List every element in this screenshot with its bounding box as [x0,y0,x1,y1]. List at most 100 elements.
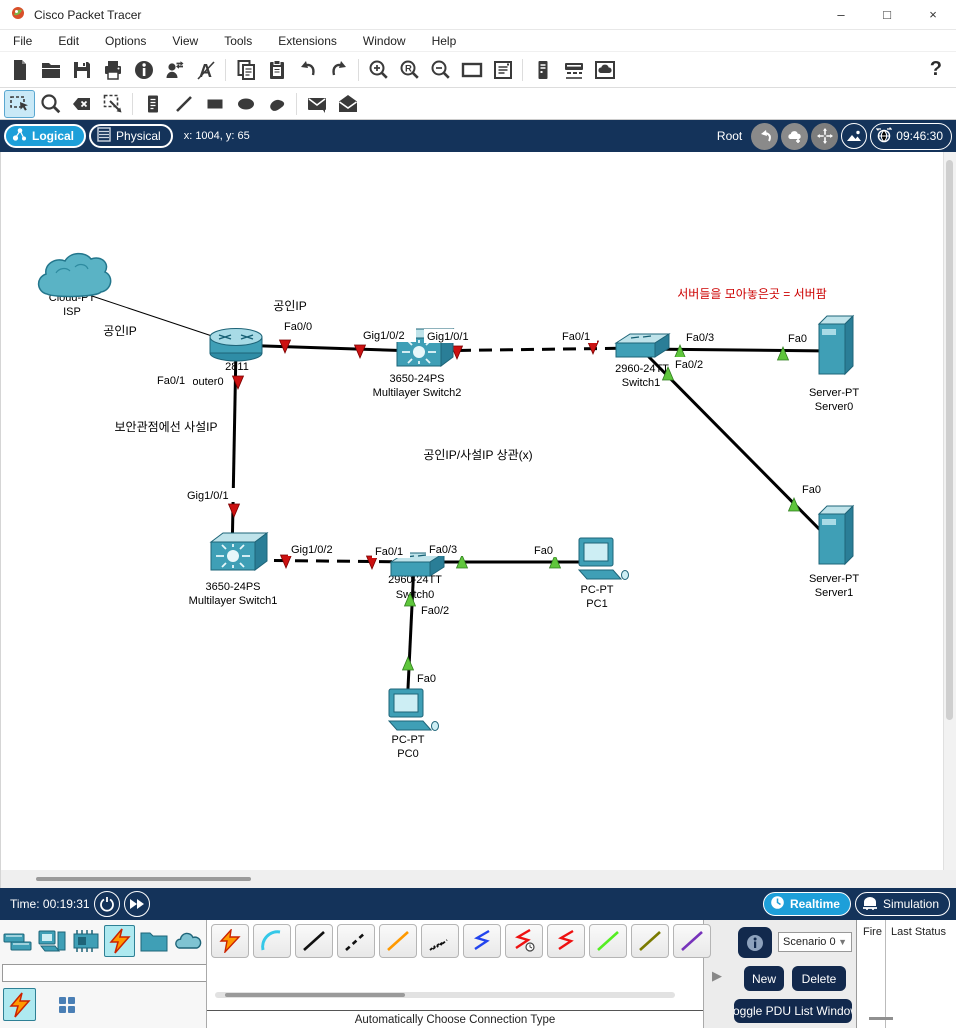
cable-copper-straight-icon[interactable] [295,924,333,958]
maximize-button[interactable]: □ [864,0,910,30]
minimize-button[interactable]: – [818,0,864,30]
save-icon[interactable] [66,56,97,84]
vertical-scrollbar-thumb[interactable] [946,160,953,720]
tower-device-icon[interactable] [527,56,558,84]
realtime-tab[interactable]: Realtime [762,892,851,916]
set-tiled-background-button[interactable] [841,123,868,149]
vertical-scrollbar[interactable] [943,152,956,870]
new-file-icon[interactable] [4,56,35,84]
device-pc0[interactable] [387,688,439,731]
menu-options[interactable]: Options [92,34,159,48]
paste-icon[interactable] [261,56,292,84]
panel-expander-icon[interactable]: ▶ [712,968,722,984]
horizontal-scrollbar-thumb[interactable] [36,877,251,881]
category-multiuser[interactable] [172,925,203,957]
scenario-new-button[interactable]: New [744,966,784,991]
category-network-devices[interactable] [2,925,33,957]
device-cloud-isp[interactable] [37,252,112,298]
device-router0[interactable] [209,328,263,362]
cable-console-icon[interactable] [253,924,291,958]
category-connections[interactable] [104,925,135,957]
close-button[interactable]: × [910,0,956,30]
network-info-icon[interactable] [128,56,159,84]
logical-tab[interactable]: Logical [4,124,87,148]
device-multilayer-switch1[interactable] [209,532,269,571]
add-complex-pdu-icon[interactable] [332,90,363,118]
device-search-input[interactable] [2,964,208,982]
note-annotation[interactable]: 공인IP/사설IP 상관(x) [423,448,532,462]
custom-devices-dialog-icon[interactable] [487,56,518,84]
cable-usb-icon[interactable] [673,924,711,958]
cable-serial-dte-icon[interactable] [547,924,585,958]
menu-file[interactable]: File [0,34,45,48]
rack-device-icon[interactable] [558,56,589,84]
draw-freeform-tool-icon[interactable] [261,90,292,118]
select-tool-icon[interactable] [4,89,35,118]
zoom-out-icon[interactable] [425,56,456,84]
simulation-tab[interactable]: Simulation [854,892,950,916]
horizontal-scrollbar[interactable] [1,870,956,888]
cable-serial-dce-icon[interactable] [505,924,543,958]
environment-clock[interactable]: 09:46:30 [870,122,952,150]
scenario-dropdown[interactable]: Scenario 0 ▼ [778,932,852,952]
move-object-button[interactable] [811,122,839,150]
drawing-palette-icon[interactable] [456,56,487,84]
cloud-dialog-icon[interactable] [589,56,620,84]
device-pc1[interactable] [577,537,629,580]
place-note-tool-icon[interactable] [137,90,168,118]
help-icon[interactable]: ? [930,58,942,81]
cable-coaxial-icon[interactable] [463,924,501,958]
fast-forward-button[interactable] [123,891,150,917]
activity-wizard-icon[interactable] [159,56,190,84]
draw-line-tool-icon[interactable] [168,90,199,118]
physical-tab[interactable]: Physical [89,124,173,148]
zoom-reset-icon[interactable]: R [394,56,425,84]
logical-workspace[interactable]: Cloud-PT ISP 2811 Router0 3650-24PS Mult… [0,152,956,888]
menu-extensions[interactable]: Extensions [265,34,350,48]
open-folder-icon[interactable] [35,56,66,84]
cable-copper-crossover-icon[interactable] [337,924,375,958]
toggle-pdu-list-button[interactable]: Toggle PDU List Window [734,999,852,1023]
scenario-delete-button[interactable]: Delete [792,966,846,991]
connection-scrollbar[interactable] [215,992,675,998]
cable-auto-icon[interactable] [211,924,249,958]
category-end-devices[interactable] [36,925,67,957]
subcategory-structured-cabling[interactable] [50,988,83,1021]
category-miscellaneous[interactable] [138,925,169,957]
add-simple-pdu-icon[interactable] [301,90,332,118]
device-switch1[interactable] [614,333,671,358]
redo-icon[interactable] [323,56,354,84]
connection-scrollbar-thumb[interactable] [225,993,405,997]
menu-help[interactable]: Help [419,34,470,48]
scenario-info-button[interactable] [738,927,772,958]
draw-rectangle-tool-icon[interactable] [199,90,230,118]
delete-tool-icon[interactable] [66,90,97,118]
inspect-tool-icon[interactable] [35,90,66,118]
link-switch1-server0[interactable] [640,347,833,353]
menu-window[interactable]: Window [350,34,419,48]
link-router0-mls2[interactable] [235,343,417,353]
print-icon[interactable] [97,56,128,84]
copy-icon[interactable] [230,56,261,84]
cable-phone-icon[interactable] [421,924,459,958]
logging-icon[interactable]: A [190,56,221,84]
link-switch1-server1[interactable] [644,352,834,544]
resize-shape-tool-icon[interactable] [97,90,128,118]
note-annotation[interactable]: 서버들을 모아놓은곳 = 서버팜 [677,287,827,301]
cable-fiber-icon[interactable] [379,924,417,958]
device-server0[interactable] [817,314,855,376]
power-cycle-button[interactable] [93,891,120,917]
note-annotation[interactable]: 보안관점에선 사설IP [115,420,218,434]
cable-octal-icon[interactable] [589,924,627,958]
back-button[interactable] [751,122,779,150]
note-annotation[interactable]: 공인IP [103,324,136,338]
draw-ellipse-tool-icon[interactable] [230,90,261,118]
category-components[interactable] [70,925,101,957]
menu-view[interactable]: View [159,34,211,48]
cable-iot-custom-icon[interactable] [631,924,669,958]
menu-tools[interactable]: Tools [211,34,265,48]
new-cluster-button[interactable] [781,122,809,150]
undo-icon[interactable] [292,56,323,84]
device-server1[interactable] [817,504,855,566]
note-annotation[interactable]: 공인IP [273,299,306,313]
